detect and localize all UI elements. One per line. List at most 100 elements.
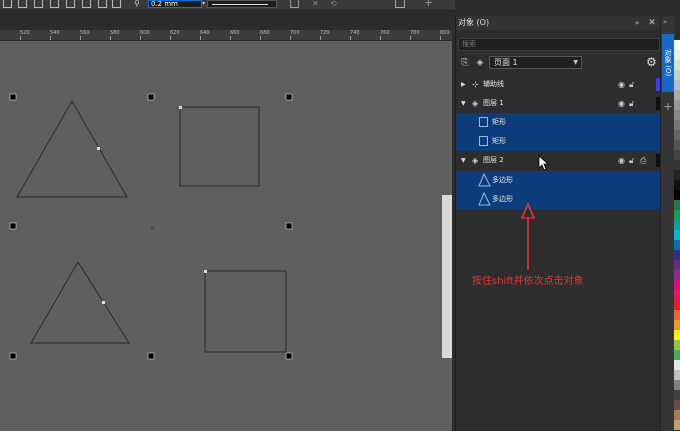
rotate-icon[interactable]: ⟲	[330, 0, 337, 8]
palette-swatch[interactable]	[674, 120, 680, 130]
palette-swatch[interactable]	[674, 170, 680, 180]
eye-icon[interactable]: ◉	[618, 75, 625, 94]
stroke-width-dropdown-icon[interactable]: ▾	[202, 0, 205, 8]
horizontal-ruler[interactable]: 520 540 560 580 600 620 640 660 680 700 720 740 760 7…	[0, 30, 452, 41]
palette-swatch[interactable]	[674, 220, 680, 230]
palette-swatch[interactable]	[674, 340, 680, 350]
palette-swatch[interactable]	[674, 150, 680, 160]
lock-icon[interactable]: 🔓︎	[629, 151, 634, 170]
layers-icon[interactable]: ◈	[474, 57, 486, 69]
wireframe-icon[interactable]	[290, 0, 299, 8]
chevron-down-icon[interactable]: ▼	[461, 151, 466, 170]
palette-swatch[interactable]	[674, 50, 680, 60]
polygon-icon	[478, 192, 491, 206]
color-palette	[674, 40, 680, 431]
intersect-icon[interactable]	[50, 0, 59, 8]
palette-swatch[interactable]	[674, 140, 680, 150]
palette-swatch[interactable]	[674, 370, 680, 380]
object-row[interactable]: 多边形	[456, 190, 661, 209]
boundary-icon[interactable]	[112, 0, 121, 8]
line-style-select[interactable]	[207, 0, 277, 8]
palette-swatch[interactable]	[674, 300, 680, 310]
layer-row[interactable]: ▼ ◈ 图层 1 ◉ 🔓︎	[456, 94, 661, 113]
palette-swatch[interactable]	[674, 230, 680, 240]
palette-swatch[interactable]	[674, 80, 680, 90]
palette-swatch[interactable]	[674, 40, 680, 50]
vertical-scrollbar[interactable]	[442, 195, 452, 358]
palette-swatch[interactable]	[674, 390, 680, 400]
palette-swatch[interactable]	[674, 330, 680, 340]
node-point	[204, 270, 207, 273]
ruler-tick-label: 560	[80, 30, 90, 40]
palette-swatch[interactable]	[674, 280, 680, 290]
docker-arrows-icon[interactable]: »	[663, 18, 667, 26]
palette-swatch[interactable]	[674, 90, 680, 100]
palette-swatch[interactable]	[674, 240, 680, 250]
ruler-tick-label: 640	[200, 30, 210, 40]
palette-swatch[interactable]	[674, 320, 680, 330]
node-point	[179, 106, 182, 109]
palette-swatch[interactable]	[674, 310, 680, 320]
palette-swatch[interactable]	[674, 350, 680, 360]
palette-swatch[interactable]	[674, 410, 680, 420]
drawing-canvas[interactable]: ×	[0, 41, 452, 431]
palette-swatch[interactable]	[674, 360, 680, 370]
chevron-right-icon[interactable]: ▶	[461, 75, 466, 94]
ruler-tick-label: 660	[230, 30, 240, 40]
palette-swatch[interactable]	[674, 420, 680, 430]
palette-swatch[interactable]	[674, 180, 680, 190]
weld-icon[interactable]	[18, 0, 27, 8]
palette-swatch[interactable]	[674, 270, 680, 280]
palette-swatch[interactable]	[674, 400, 680, 410]
palette-swatch[interactable]	[674, 380, 680, 390]
selection-handle	[285, 93, 293, 101]
palette-swatch[interactable]	[674, 260, 680, 270]
palette-swatch[interactable]	[674, 250, 680, 260]
page-select[interactable]: 页面 1 ▼	[489, 56, 582, 69]
gear-icon[interactable]: ⚙	[646, 55, 660, 69]
printer-icon[interactable]: ⎙	[640, 151, 646, 170]
collapse-arrows-icon[interactable]: »	[635, 16, 645, 30]
eye-icon[interactable]: ◉	[618, 151, 625, 170]
shape-tool-icon[interactable]	[3, 0, 12, 8]
palette-swatch[interactable]	[674, 160, 680, 170]
chevron-down-icon[interactable]: ▼	[461, 94, 466, 113]
ruler-tick-label: 600	[140, 30, 150, 40]
guides-icon: ⊹	[472, 80, 479, 89]
docker-tab-objects[interactable]: 对象 (O)	[662, 34, 674, 92]
node-point	[102, 301, 105, 304]
plus-icon[interactable]: +	[424, 0, 433, 8]
lock-icon[interactable]: 🔓︎	[629, 75, 634, 94]
close-curve-icon[interactable]: ✕	[312, 0, 319, 8]
selection-handle	[147, 352, 155, 360]
palette-swatch[interactable]	[674, 70, 680, 80]
front-minus-back-icon[interactable]	[82, 0, 91, 8]
page-toolbar: ⎘ ◈ 页面 1 ▼ ⚙	[456, 54, 661, 72]
eye-icon[interactable]: ◉	[618, 94, 625, 113]
back-minus-front-icon[interactable]	[98, 0, 107, 8]
ruler-tick-label: 700	[290, 30, 300, 40]
stroke-width-field[interactable]: 0.2 mm	[148, 0, 202, 8]
object-row[interactable]: 矩形	[456, 113, 661, 132]
palette-swatch[interactable]	[674, 290, 680, 300]
new-page-icon[interactable]: ⎘	[459, 57, 471, 69]
search-input[interactable]: 搜索	[458, 38, 660, 51]
simplify-icon[interactable]	[66, 0, 75, 8]
object-row[interactable]: 矩形	[456, 132, 661, 151]
lock-icon[interactable]: 🔓︎	[629, 94, 634, 113]
object-row[interactable]: 多边形	[456, 171, 661, 190]
wrap-text-icon[interactable]	[395, 0, 405, 8]
ruler-tick-label: 520	[20, 30, 30, 40]
palette-swatch[interactable]	[674, 200, 680, 210]
palette-swatch[interactable]	[674, 130, 680, 140]
layer-row[interactable]: ▶ ⊹ 辅助线 ◉ 🔓︎	[456, 75, 661, 94]
palette-swatch[interactable]	[674, 190, 680, 200]
layer-row[interactable]: ▼ ◈ 图层 2 ◉ 🔓︎ ⎙	[456, 151, 661, 170]
trim-icon[interactable]	[34, 0, 43, 8]
palette-swatch[interactable]	[674, 210, 680, 220]
add-docker-icon[interactable]: +	[662, 100, 674, 113]
palette-swatch[interactable]	[674, 100, 680, 110]
close-icon[interactable]: ✕	[647, 16, 657, 30]
palette-swatch[interactable]	[674, 60, 680, 70]
palette-swatch[interactable]	[674, 110, 680, 120]
